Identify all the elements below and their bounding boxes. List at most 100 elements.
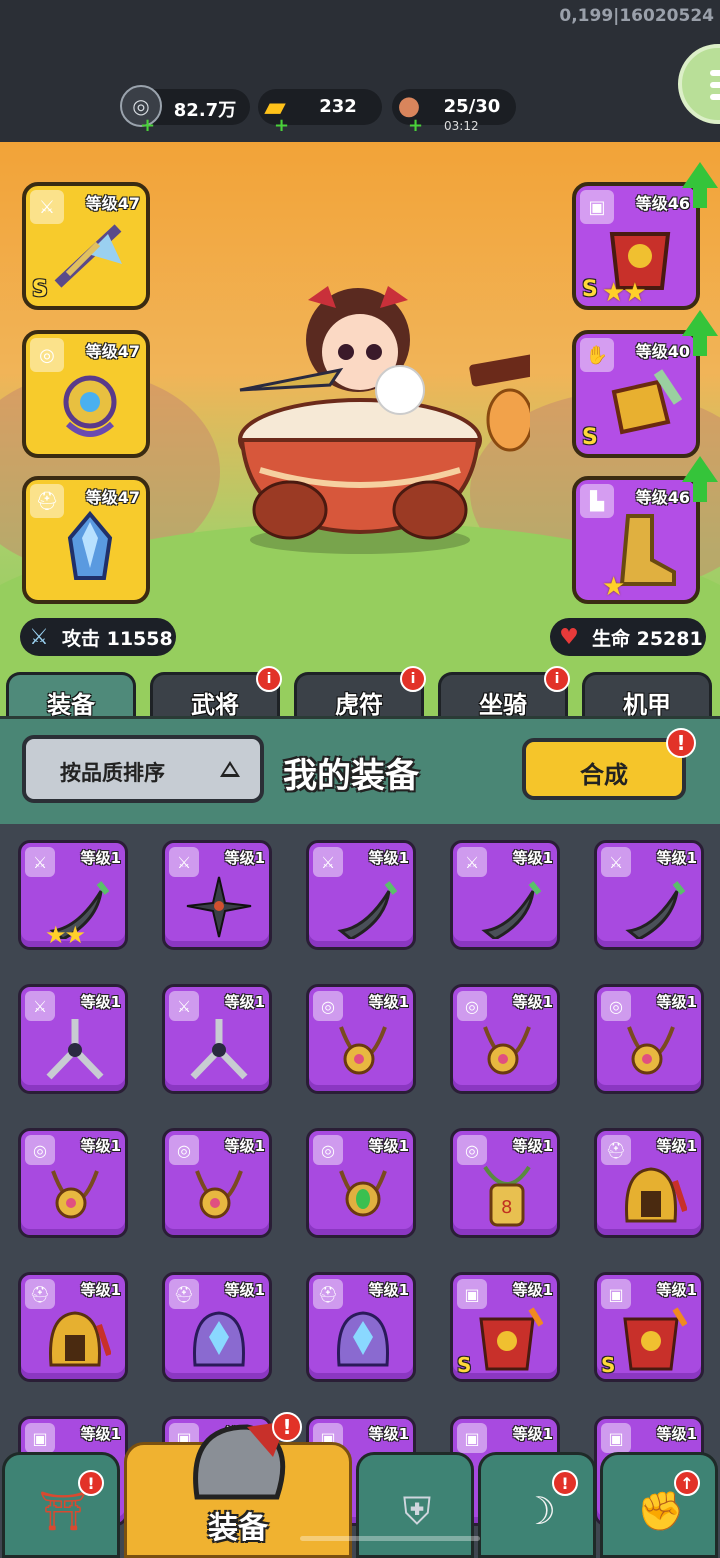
alert-badge-icon: !: [272, 1412, 302, 1442]
item-level: 等级1: [224, 849, 265, 867]
equipped-gauntlet-slot[interactable]: ✋ 等级40 S: [572, 330, 700, 458]
scimitar-icon: [327, 873, 399, 941]
star-rating: ★: [602, 572, 625, 602]
equipped-boot-slot[interactable]: ▙ 等级46 ★: [572, 476, 700, 604]
gold-value: 232: [319, 96, 357, 117]
page-title: 我的装备: [283, 756, 419, 796]
item-level: 等级1: [80, 849, 121, 867]
star-rating: ★★: [602, 278, 647, 308]
equipment-item[interactable]: ⛑ 等级1: [18, 1272, 128, 1382]
heart-icon: ♥: [559, 624, 579, 650]
attack-stat: ⚔ 攻击 11558: [20, 618, 176, 656]
item-level: 等级1: [656, 993, 697, 1011]
sword-icon: ⚔: [29, 624, 49, 650]
item-level: 等级1: [80, 993, 121, 1011]
sort-by-quality-button[interactable]: 按品质排序: [22, 735, 264, 803]
battle-shield-icon: ⛨: [402, 1488, 432, 1533]
item-level: 等级1: [368, 849, 409, 867]
tri-blade-icon: [39, 1017, 111, 1083]
amulet-icon: [183, 1161, 255, 1227]
scimitar-icon: [615, 873, 687, 941]
shuriken-icon: [183, 873, 255, 939]
upgrade-arrow-stem: [693, 482, 707, 502]
upgrade-arrow-icon: [682, 456, 718, 482]
crystal-helmet-icon: [67, 510, 113, 580]
nav-shop-button[interactable]: ⛩: [2, 1452, 120, 1558]
equipment-item[interactable]: ⛑ 等级1: [594, 1128, 704, 1238]
red-armor-icon: [471, 1305, 544, 1371]
slot-level: 等级40: [635, 342, 690, 361]
crystal-helmet-icon: [183, 1305, 255, 1371]
add-stamina-icon[interactable]: +: [408, 115, 423, 136]
armor-icon: ▣: [25, 1423, 55, 1453]
synthesize-button[interactable]: 合成: [522, 738, 686, 800]
alert-badge-icon: !: [666, 728, 696, 758]
equipped-helmet-slot[interactable]: ⛑ 等级47: [22, 476, 150, 604]
equipment-item[interactable]: ⛑ 等级1: [162, 1272, 272, 1382]
slot-level: 等级47: [85, 194, 140, 213]
sort-label: 按品质排序: [60, 761, 165, 785]
amulet-icon: [39, 1161, 111, 1227]
item-level: 等级1: [224, 993, 265, 1011]
equipment-item[interactable]: ⛑ 等级1: [306, 1272, 416, 1382]
nav-battle-button[interactable]: ⛨: [356, 1452, 474, 1558]
upgrade-badge-icon: ↑: [674, 1470, 700, 1496]
add-gold-icon[interactable]: +: [274, 115, 289, 136]
stamina-value: 25/30: [443, 96, 501, 117]
slot-level: 等级47: [85, 342, 140, 361]
svg-text:8: 8: [501, 1197, 512, 1218]
equipment-item[interactable]: ◎ 等级1: [162, 1128, 272, 1238]
equipped-armor-slot[interactable]: ▣ 等级46 S ★★: [572, 182, 700, 310]
upgrade-arrow-icon: [682, 162, 718, 188]
equipment-item[interactable]: ▣ 等级1 S: [594, 1272, 704, 1382]
currency-silver[interactable]: ◎ + 82.7万: [120, 85, 250, 136]
nav-upgrade-button[interactable]: ✊: [600, 1452, 718, 1558]
stamina-timer: 03:12: [444, 119, 479, 133]
upgrade-arrow-stem: [693, 336, 707, 356]
equipment-item[interactable]: ◎ 等级1: [18, 1128, 128, 1238]
rank-label: S: [582, 425, 598, 450]
gauntlet-art-icon: [611, 369, 682, 435]
currency-gold[interactable]: ▰ + 232: [258, 89, 382, 136]
equipment-item[interactable]: ⚔ 等级1: [162, 840, 272, 950]
life-stat: ♥ 生命 25281: [550, 618, 706, 656]
talisman-icon: 8: [471, 1161, 543, 1227]
rank-label: S: [601, 1353, 616, 1377]
upgrade-arrow-stem: [693, 188, 707, 208]
equipment-item[interactable]: ⚔ 等级1: [18, 984, 128, 1094]
equipment-item[interactable]: ◎ 等级1: [306, 1128, 416, 1238]
equipment-item[interactable]: ◎ 等级1: [594, 984, 704, 1094]
rank-label: S: [457, 1353, 472, 1377]
armor-icon: ▣: [457, 1423, 487, 1453]
debug-coordinates: 0,199|16020524: [559, 6, 714, 26]
item-level: 等级1: [368, 1281, 409, 1299]
tab-mecha[interactable]: 机甲: [582, 672, 712, 720]
silver-value: 82.7万: [173, 100, 237, 121]
alert-badge-icon: !: [78, 1470, 104, 1496]
gold-helmet-icon: [615, 1161, 688, 1227]
hero-character[interactable]: [210, 270, 530, 560]
scimitar-icon: [471, 873, 543, 941]
equipped-weapon-slot[interactable]: ⚔ 等级47 S: [22, 182, 150, 310]
equipment-item[interactable]: ⚔ 等级1 ★★: [18, 840, 128, 950]
equipped-medal-slot[interactable]: ◎ 等级47: [22, 330, 150, 458]
currency-stamina[interactable]: ● + 25/30 03:12: [392, 89, 516, 136]
nav-mount-button[interactable]: ☽: [478, 1452, 596, 1558]
equipment-item[interactable]: ◎ 等级1: [450, 984, 560, 1094]
amulet-icon: [471, 1017, 543, 1083]
tri-blade-icon: [183, 1017, 255, 1083]
star-rating: ★★: [45, 921, 86, 949]
equipment-item[interactable]: ⚔ 等级1: [306, 840, 416, 950]
equipment-item[interactable]: ◎ 等级1: [306, 984, 416, 1094]
equipment-item[interactable]: ▣ 等级1 S: [450, 1272, 560, 1382]
equipment-item[interactable]: ⚔ 等级1: [594, 840, 704, 950]
add-silver-icon[interactable]: +: [140, 115, 155, 136]
armor-icon: ▣: [601, 1423, 631, 1453]
tab-equipment[interactable]: 装备: [6, 672, 136, 720]
crossbow-icon: [54, 224, 122, 288]
triangle-up-icon: [220, 761, 240, 777]
equipment-item[interactable]: ⚔ 等级1: [162, 984, 272, 1094]
equipment-item[interactable]: ◎ 等级1 8: [450, 1128, 560, 1238]
amulet-icon: [327, 1017, 399, 1083]
equipment-item[interactable]: ⚔ 等级1: [450, 840, 560, 950]
